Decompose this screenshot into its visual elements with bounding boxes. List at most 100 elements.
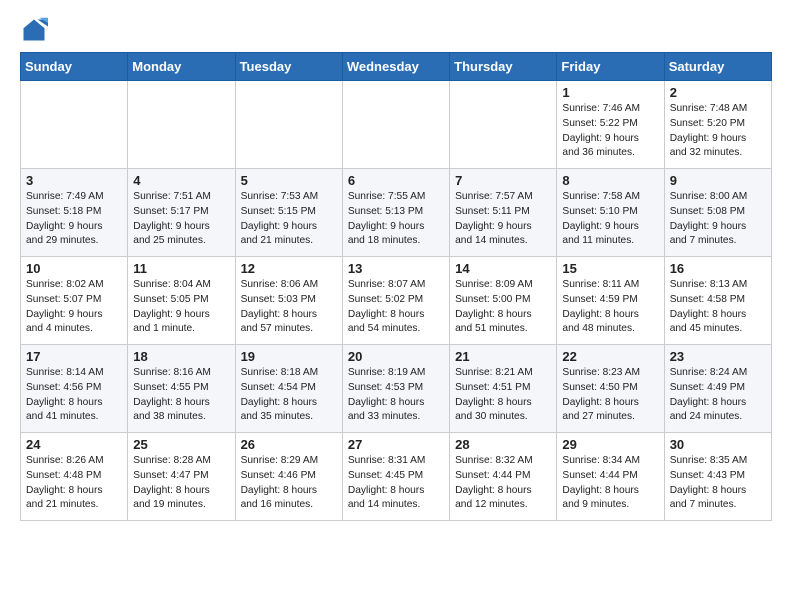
day-number: 1 (562, 85, 658, 100)
day-number: 12 (241, 261, 337, 276)
day-number: 8 (562, 173, 658, 188)
calendar-cell: 24 Sunrise: 8:26 AM Sunset: 4:48 PM Dayli… (21, 433, 128, 521)
weekday-header-friday: Friday (557, 53, 664, 81)
calendar-cell: 11 Sunrise: 8:04 AM Sunset: 5:05 PM Dayli… (128, 257, 235, 345)
day-number: 6 (348, 173, 444, 188)
day-number: 29 (562, 437, 658, 452)
day-info: Sunrise: 8:09 AM Sunset: 5:00 PM Dayligh… (455, 278, 551, 337)
day-info: Sunrise: 8:04 AM Sunset: 5:05 PM Dayligh… (133, 278, 229, 337)
day-info: Sunrise: 8:11 AM Sunset: 4:59 PM Dayligh… (562, 278, 658, 337)
day-number: 5 (241, 173, 337, 188)
day-number: 17 (26, 349, 122, 364)
day-info: Sunrise: 8:28 AM Sunset: 4:47 PM Dayligh… (133, 454, 229, 513)
day-number: 2 (670, 85, 766, 100)
day-number: 28 (455, 437, 551, 452)
day-number: 27 (348, 437, 444, 452)
calendar-cell (21, 81, 128, 169)
calendar-cell: 3 Sunrise: 7:49 AM Sunset: 5:18 PM Daylig… (21, 169, 128, 257)
weekday-header-saturday: Saturday (664, 53, 771, 81)
day-number: 30 (670, 437, 766, 452)
day-info: Sunrise: 8:26 AM Sunset: 4:48 PM Dayligh… (26, 454, 122, 513)
calendar-cell: 9 Sunrise: 8:00 AM Sunset: 5:08 PM Daylig… (664, 169, 771, 257)
calendar-cell: 23Sunrise: 8:24 AM Sunset: 4:49 PM Dayli… (664, 345, 771, 433)
calendar-cell: 8 Sunrise: 7:58 AM Sunset: 5:10 PM Daylig… (557, 169, 664, 257)
day-number: 22 (562, 349, 658, 364)
calendar-cell: 2 Sunrise: 7:48 AM Sunset: 5:20 PM Daylig… (664, 81, 771, 169)
calendar-cell: 13 Sunrise: 8:07 AM Sunset: 5:02 PM Dayli… (342, 257, 449, 345)
day-number: 21 (455, 349, 551, 364)
day-info: Sunrise: 8:34 AM Sunset: 4:44 PM Dayligh… (562, 454, 658, 513)
day-info: Sunrise: 8:35 AM Sunset: 4:43 PM Dayligh… (670, 454, 766, 513)
calendar-cell (128, 81, 235, 169)
day-info: Sunrise: 7:46 AM Sunset: 5:22 PM Dayligh… (562, 102, 658, 161)
day-number: 25 (133, 437, 229, 452)
day-info: Sunrise: 7:48 AM Sunset: 5:20 PM Dayligh… (670, 102, 766, 161)
day-info: Sunrise: 8:13 AM Sunset: 4:58 PM Dayligh… (670, 278, 766, 337)
day-info: Sunrise: 8:32 AM Sunset: 4:44 PM Dayligh… (455, 454, 551, 513)
calendar-cell (235, 81, 342, 169)
calendar-cell: 1 Sunrise: 7:46 AM Sunset: 5:22 PM Daylig… (557, 81, 664, 169)
day-number: 11 (133, 261, 229, 276)
calendar-week-3: 10 Sunrise: 8:02 AM Sunset: 5:07 PM Dayli… (21, 257, 772, 345)
day-number: 20 (348, 349, 444, 364)
day-info: Sunrise: 7:49 AM Sunset: 5:18 PM Dayligh… (26, 190, 122, 249)
day-info: Sunrise: 8:19 AM Sunset: 4:53 PM Dayligh… (348, 366, 444, 425)
day-info: Sunrise: 8:00 AM Sunset: 5:08 PM Dayligh… (670, 190, 766, 249)
calendar-week-2: 3 Sunrise: 7:49 AM Sunset: 5:18 PM Daylig… (21, 169, 772, 257)
day-number: 15 (562, 261, 658, 276)
calendar-cell: 7 Sunrise: 7:57 AM Sunset: 5:11 PM Daylig… (450, 169, 557, 257)
weekday-header-wednesday: Wednesday (342, 53, 449, 81)
calendar-cell: 20 Sunrise: 8:19 AM Sunset: 4:53 PM Dayli… (342, 345, 449, 433)
day-info: Sunrise: 8:07 AM Sunset: 5:02 PM Dayligh… (348, 278, 444, 337)
day-info: Sunrise: 8:23 AM Sunset: 4:50 PM Dayligh… (562, 366, 658, 425)
day-number: 10 (26, 261, 122, 276)
day-number: 7 (455, 173, 551, 188)
day-info: Sunrise: 8:18 AM Sunset: 4:54 PM Dayligh… (241, 366, 337, 425)
calendar-cell: 29 Sunrise: 8:34 AM Sunset: 4:44 PM Dayli… (557, 433, 664, 521)
calendar-cell: 25 Sunrise: 8:28 AM Sunset: 4:47 PM Dayli… (128, 433, 235, 521)
day-number: 3 (26, 173, 122, 188)
day-info: Sunrise: 7:51 AM Sunset: 5:17 PM Dayligh… (133, 190, 229, 249)
calendar-table: SundayMondayTuesdayWednesdayThursdayFrid… (20, 52, 772, 521)
day-number: 9 (670, 173, 766, 188)
calendar-cell (450, 81, 557, 169)
weekday-header-monday: Monday (128, 53, 235, 81)
calendar-cell: 5 Sunrise: 7:53 AM Sunset: 5:15 PM Daylig… (235, 169, 342, 257)
weekday-header-tuesday: Tuesday (235, 53, 342, 81)
day-number: 23 (670, 349, 766, 364)
calendar-cell: 4 Sunrise: 7:51 AM Sunset: 5:17 PM Daylig… (128, 169, 235, 257)
day-info: Sunrise: 8:21 AM Sunset: 4:51 PM Dayligh… (455, 366, 551, 425)
day-info: Sunrise: 7:57 AM Sunset: 5:11 PM Dayligh… (455, 190, 551, 249)
day-info: Sunrise: 7:58 AM Sunset: 5:10 PM Dayligh… (562, 190, 658, 249)
calendar-cell: 21 Sunrise: 8:21 AM Sunset: 4:51 PM Dayli… (450, 345, 557, 433)
day-number: 4 (133, 173, 229, 188)
day-number: 13 (348, 261, 444, 276)
calendar-week-5: 24 Sunrise: 8:26 AM Sunset: 4:48 PM Dayli… (21, 433, 772, 521)
day-info: Sunrise: 8:31 AM Sunset: 4:45 PM Dayligh… (348, 454, 444, 513)
day-number: 14 (455, 261, 551, 276)
calendar-cell: 26Sunrise: 8:29 AM Sunset: 4:46 PM Dayli… (235, 433, 342, 521)
day-info: Sunrise: 7:55 AM Sunset: 5:13 PM Dayligh… (348, 190, 444, 249)
logo-icon (20, 16, 48, 44)
weekday-header-sunday: Sunday (21, 53, 128, 81)
logo (20, 16, 52, 44)
day-number: 18 (133, 349, 229, 364)
day-info: Sunrise: 8:02 AM Sunset: 5:07 PM Dayligh… (26, 278, 122, 337)
day-number: 16 (670, 261, 766, 276)
calendar-week-1: 1 Sunrise: 7:46 AM Sunset: 5:22 PM Daylig… (21, 81, 772, 169)
calendar-cell (342, 81, 449, 169)
day-info: Sunrise: 8:29 AM Sunset: 4:46 PM Dayligh… (241, 454, 337, 513)
day-info: Sunrise: 8:16 AM Sunset: 4:55 PM Dayligh… (133, 366, 229, 425)
calendar-cell: 12Sunrise: 8:06 AM Sunset: 5:03 PM Dayli… (235, 257, 342, 345)
day-number: 24 (26, 437, 122, 452)
page: SundayMondayTuesdayWednesdayThursdayFrid… (0, 0, 792, 537)
day-number: 19 (241, 349, 337, 364)
day-info: Sunrise: 7:53 AM Sunset: 5:15 PM Dayligh… (241, 190, 337, 249)
weekday-header-thursday: Thursday (450, 53, 557, 81)
calendar-cell: 14 Sunrise: 8:09 AM Sunset: 5:00 PM Dayli… (450, 257, 557, 345)
calendar-cell: 28 Sunrise: 8:32 AM Sunset: 4:44 PM Dayli… (450, 433, 557, 521)
calendar-header-row: SundayMondayTuesdayWednesdayThursdayFrid… (21, 53, 772, 81)
calendar-cell: 27 Sunrise: 8:31 AM Sunset: 4:45 PM Dayli… (342, 433, 449, 521)
calendar-cell: 18 Sunrise: 8:16 AM Sunset: 4:55 PM Dayli… (128, 345, 235, 433)
calendar-cell: 15 Sunrise: 8:11 AM Sunset: 4:59 PM Dayli… (557, 257, 664, 345)
